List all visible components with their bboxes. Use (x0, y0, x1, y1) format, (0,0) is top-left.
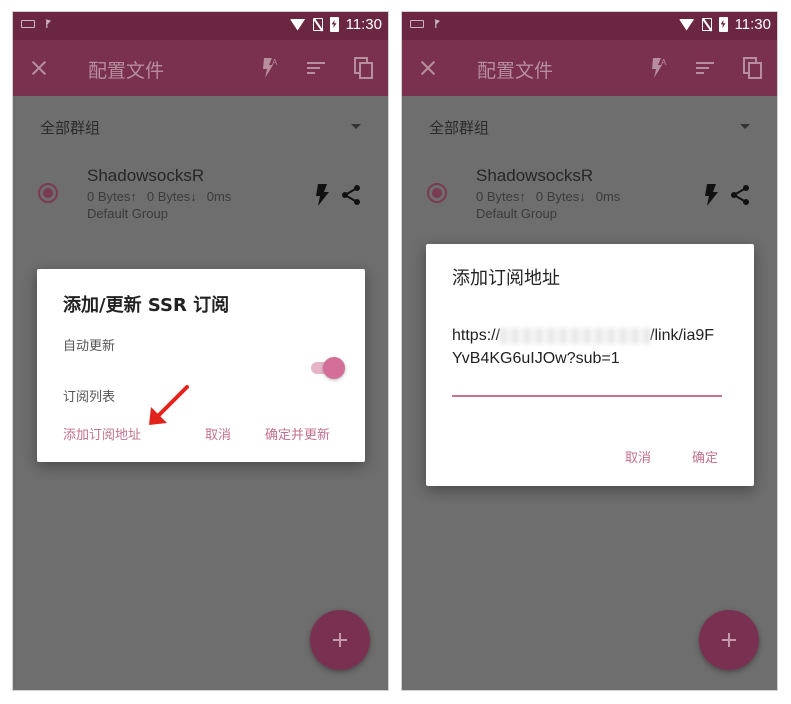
profile-stats: 0 Bytes↑ 0 Bytes↓ 0ms (476, 189, 620, 204)
cancel-button[interactable]: 取消 (205, 424, 231, 443)
svg-text:A: A (272, 58, 278, 67)
add-subscription-url-button[interactable]: 添加订阅地址 (63, 424, 141, 443)
toolbar-title: 配置文件 (477, 60, 554, 82)
profile-latency: 0ms (595, 189, 621, 204)
subscription-list-label: 订阅列表 (63, 390, 116, 405)
auto-update-toggle[interactable] (309, 357, 345, 379)
sort-icon[interactable] (304, 56, 328, 80)
share-icon[interactable] (340, 184, 362, 210)
page: 11:30 配置文件 A 全部群组 ShadowsocksR 0 Bytes↑ … (0, 0, 791, 704)
flash-auto-icon[interactable]: A (645, 56, 669, 80)
profile-name: ShadowsocksR (476, 166, 594, 185)
profile-group: Default Group (476, 206, 557, 221)
profile-stats: 0 Bytes↑ 0 Bytes↓ 0ms (87, 189, 231, 204)
plus-icon (310, 610, 370, 670)
annotation-arrow-icon (149, 385, 189, 425)
profile-item[interactable]: ShadowsocksR 0 Bytes↑ 0 Bytes↓ 0ms Defau… (13, 156, 388, 221)
test-latency-icon[interactable] (703, 184, 719, 210)
toolbar: 配置文件 A (13, 40, 388, 96)
confirm-button[interactable]: 确定 (692, 447, 718, 466)
dropdown-arrow-icon (740, 124, 750, 129)
battery-charging-icon (329, 17, 339, 32)
profile-upload: 0 Bytes↑ (87, 189, 137, 204)
svg-text:A: A (661, 58, 667, 67)
close-icon[interactable] (416, 56, 440, 80)
battery-charging-icon (718, 17, 728, 32)
group-selector[interactable]: 全部群组 (402, 96, 777, 154)
phone-screen-right: 11:30 配置文件 A 全部群组 ShadowsocksR 0 Bytes↑ … (401, 11, 778, 691)
add-subscription-url-dialog: 添加订阅地址 https:///link/ia9FYvB4KG6uIJOw?su… (426, 244, 754, 486)
add-profile-fab[interactable] (699, 610, 759, 670)
profile-latency: 0ms (206, 189, 232, 204)
group-selector-label: 全部群组 (40, 119, 101, 137)
url-prefix: https:// (452, 327, 501, 344)
status-bar: 11:30 (13, 12, 388, 40)
group-selector-label: 全部群组 (429, 119, 490, 137)
sort-icon[interactable] (693, 56, 717, 80)
plus-icon (699, 610, 759, 670)
phone-screen-left: 11:30 配置文件 A 全部群组 ShadowsocksR 0 Bytes↑ … (12, 11, 389, 691)
profile-group: Default Group (87, 206, 168, 221)
input-underline (452, 395, 722, 397)
subscription-dialog: 添加/更新 SSR 订阅 自动更新 订阅列表 添加订阅地址 取消 确定并更新 (37, 269, 365, 462)
profile-download: 0 Bytes↓ (146, 189, 197, 204)
notification-icon (434, 19, 440, 28)
confirm-and-update-button[interactable]: 确定并更新 (265, 424, 330, 443)
profile-item[interactable]: ShadowsocksR 0 Bytes↑ 0 Bytes↓ 0ms Defau… (402, 156, 777, 221)
dialog-title: 添加订阅地址 (452, 268, 560, 289)
test-latency-icon[interactable] (314, 184, 330, 210)
copy-icon[interactable] (741, 56, 765, 80)
notification-icon (45, 19, 51, 28)
copy-icon[interactable] (352, 56, 376, 80)
no-sim-icon (312, 18, 323, 31)
auto-update-label: 自动更新 (63, 339, 116, 354)
dialog-title: 添加/更新 SSR 订阅 (63, 295, 230, 316)
selected-radio-icon[interactable] (427, 183, 447, 203)
add-profile-fab[interactable] (310, 610, 370, 670)
cancel-button[interactable]: 取消 (625, 447, 651, 466)
profile-name: ShadowsocksR (87, 166, 205, 185)
toolbar: 配置文件 A (402, 40, 777, 96)
flash-auto-icon[interactable]: A (256, 56, 280, 80)
profile-download: 0 Bytes↓ (535, 189, 586, 204)
share-icon[interactable] (729, 184, 751, 210)
status-time: 11:30 (345, 16, 382, 33)
keyboard-icon (21, 19, 35, 28)
wifi-icon (289, 18, 306, 31)
group-selector[interactable]: 全部群组 (13, 96, 388, 154)
keyboard-icon (410, 19, 424, 28)
profile-upload: 0 Bytes↑ (476, 189, 526, 204)
status-bar: 11:30 (402, 12, 777, 40)
wifi-icon (678, 18, 695, 31)
subscription-url-input[interactable]: https:///link/ia9FYvB4KG6uIJOw?sub=1 (452, 324, 722, 370)
redacted-domain (500, 327, 651, 344)
toggle-thumb (323, 357, 345, 379)
dropdown-arrow-icon (351, 124, 361, 129)
status-time: 11:30 (734, 16, 771, 33)
close-icon[interactable] (27, 56, 51, 80)
toolbar-title: 配置文件 (88, 60, 165, 82)
selected-radio-icon[interactable] (38, 183, 58, 203)
no-sim-icon (701, 18, 712, 31)
